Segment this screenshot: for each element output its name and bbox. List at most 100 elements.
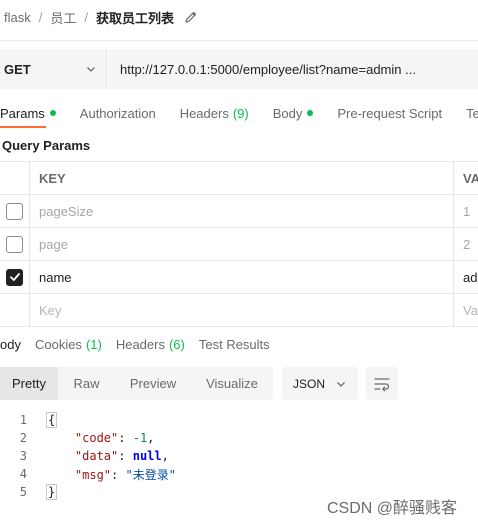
code-text: } bbox=[46, 484, 58, 500]
tab-label: Tes bbox=[466, 105, 478, 121]
new-param-value-input[interactable]: Va bbox=[454, 294, 478, 326]
code-text: { bbox=[46, 412, 58, 428]
tab-label: Cookies bbox=[34, 336, 82, 352]
tab-count: (6) bbox=[168, 336, 185, 352]
query-params-title: Query Params bbox=[2, 138, 91, 153]
request-tabs: Params Authorization Headers (9) Body Pr… bbox=[0, 100, 478, 126]
pencil-icon[interactable] bbox=[184, 10, 198, 24]
json-value: -1 bbox=[132, 431, 148, 445]
view-mode-segmented-control: Pretty Raw Preview Visualize bbox=[0, 367, 273, 400]
tab-label: Authorization bbox=[79, 105, 156, 121]
tab-label: Params bbox=[0, 105, 45, 121]
line-number: 5 bbox=[19, 485, 27, 499]
view-visualize-button[interactable]: Visualize bbox=[191, 367, 273, 400]
json-key: "code" bbox=[74, 431, 119, 445]
json-punct: , bbox=[147, 431, 155, 445]
param-checkbox-cell bbox=[0, 228, 30, 260]
line-number: 3 bbox=[19, 449, 27, 463]
json-key: "msg" bbox=[74, 467, 112, 482]
tab-label: Headers bbox=[115, 336, 165, 352]
new-param-key-input[interactable]: Key bbox=[30, 294, 454, 326]
breadcrumb: flask / 员工 / 获取员工列表 bbox=[0, 0, 478, 34]
active-tab-underline bbox=[0, 126, 46, 128]
breadcrumb-separator: / bbox=[38, 9, 43, 25]
param-value-input[interactable]: 1 bbox=[454, 195, 478, 227]
breadcrumb-folder[interactable]: 员工 bbox=[50, 8, 76, 27]
line-number: 2 bbox=[19, 431, 27, 445]
tab-cookies[interactable]: Cookies (1) bbox=[35, 337, 102, 352]
column-header-key: KEY bbox=[30, 162, 454, 194]
param-key-input[interactable]: page bbox=[30, 228, 454, 260]
code-line: 3 "data": null, bbox=[0, 447, 478, 465]
table-row: pageSize 1 bbox=[0, 195, 478, 228]
json-key: "data" bbox=[74, 449, 119, 463]
tab-tests[interactable]: Tes bbox=[466, 106, 478, 121]
request-url-bar: GET http://127.0.0.1:5000/employee/list?… bbox=[0, 49, 478, 89]
json-value: null bbox=[132, 449, 162, 463]
response-body-editor[interactable]: 1 { 2 "code": -1, 3 "data": null, 4 "msg… bbox=[0, 411, 478, 501]
checkmark-icon bbox=[9, 273, 20, 281]
tab-label: Headers bbox=[179, 105, 229, 121]
wrap-lines-button[interactable] bbox=[366, 367, 398, 400]
format-label: JSON bbox=[293, 376, 326, 391]
chevron-down-icon bbox=[87, 67, 95, 72]
code-line: 4 "msg": "未登录" bbox=[0, 465, 478, 483]
checkbox-column-header bbox=[0, 162, 30, 194]
chevron-down-icon bbox=[337, 381, 345, 387]
response-toolbar: Pretty Raw Preview Visualize JSON bbox=[0, 367, 478, 400]
tab-count: (1) bbox=[85, 336, 102, 352]
header-divider bbox=[0, 40, 478, 41]
line-number: 1 bbox=[19, 413, 27, 427]
view-preview-button[interactable]: Preview bbox=[115, 367, 191, 400]
request-name[interactable]: 获取员工列表 bbox=[96, 8, 174, 27]
column-header-value: VA bbox=[463, 170, 478, 186]
param-checkbox-cell bbox=[0, 294, 30, 326]
tab-body[interactable]: Body bbox=[273, 106, 314, 121]
param-value-input[interactable]: 2 bbox=[454, 228, 478, 260]
table-header-row: KEY VA bbox=[0, 162, 478, 195]
tab-pre-request-script[interactable]: Pre-request Script bbox=[337, 106, 442, 121]
watermark: CSDN @醉骚贱客 bbox=[327, 500, 458, 517]
tab-headers[interactable]: Headers (9) bbox=[180, 106, 249, 121]
param-checkbox[interactable] bbox=[6, 235, 23, 253]
tab-params[interactable]: Params bbox=[0, 106, 56, 121]
json-value: "未登录" bbox=[125, 467, 176, 482]
tab-authorization[interactable]: Authorization bbox=[80, 106, 156, 121]
close-brace: } bbox=[46, 484, 58, 500]
query-params-table: KEY VA pageSize 1 page 2 name ad Key Va bbox=[0, 161, 478, 327]
tab-test-results[interactable]: Test Results bbox=[199, 337, 270, 352]
param-key-input[interactable]: name bbox=[30, 261, 454, 293]
table-row: name ad bbox=[0, 261, 478, 294]
json-punct: , bbox=[161, 449, 169, 463]
code-text: "code": -1, bbox=[74, 431, 155, 445]
response-tabs: ody Cookies (1) Headers (6) Test Results bbox=[0, 333, 478, 355]
code-text: "data": null, bbox=[74, 449, 169, 463]
view-pretty-button[interactable]: Pretty bbox=[0, 367, 58, 400]
tab-response-body[interactable]: ody bbox=[0, 337, 21, 352]
code-line: 1 { bbox=[0, 411, 478, 429]
param-checkbox-checked[interactable] bbox=[6, 268, 23, 286]
param-key-input[interactable]: pageSize bbox=[30, 195, 454, 227]
param-checkbox-cell bbox=[0, 195, 30, 227]
breadcrumb-collection[interactable]: flask bbox=[4, 10, 31, 25]
code-line: 2 "code": -1, bbox=[0, 429, 478, 447]
param-checkbox-cell bbox=[0, 261, 30, 293]
table-row-new: Key Va bbox=[0, 294, 478, 327]
open-brace: { bbox=[46, 412, 58, 428]
tab-label: Pre-request Script bbox=[337, 105, 443, 121]
tab-label: Body bbox=[272, 105, 303, 121]
url-input[interactable]: http://127.0.0.1:5000/employee/list?name… bbox=[108, 49, 478, 89]
method-label: GET bbox=[4, 61, 31, 77]
tab-response-headers[interactable]: Headers (6) bbox=[116, 337, 185, 352]
tab-label: ody bbox=[0, 336, 21, 352]
table-row: page 2 bbox=[0, 228, 478, 261]
param-value-input[interactable]: ad bbox=[454, 261, 478, 293]
breadcrumb-separator: / bbox=[84, 9, 88, 25]
view-raw-button[interactable]: Raw bbox=[58, 367, 115, 400]
line-number: 4 bbox=[19, 467, 27, 481]
tab-count: (9) bbox=[232, 105, 249, 121]
format-select[interactable]: JSON bbox=[282, 367, 358, 400]
param-checkbox[interactable] bbox=[6, 202, 23, 220]
indicator-dot-icon bbox=[49, 110, 56, 116]
method-select[interactable]: GET bbox=[0, 49, 107, 89]
